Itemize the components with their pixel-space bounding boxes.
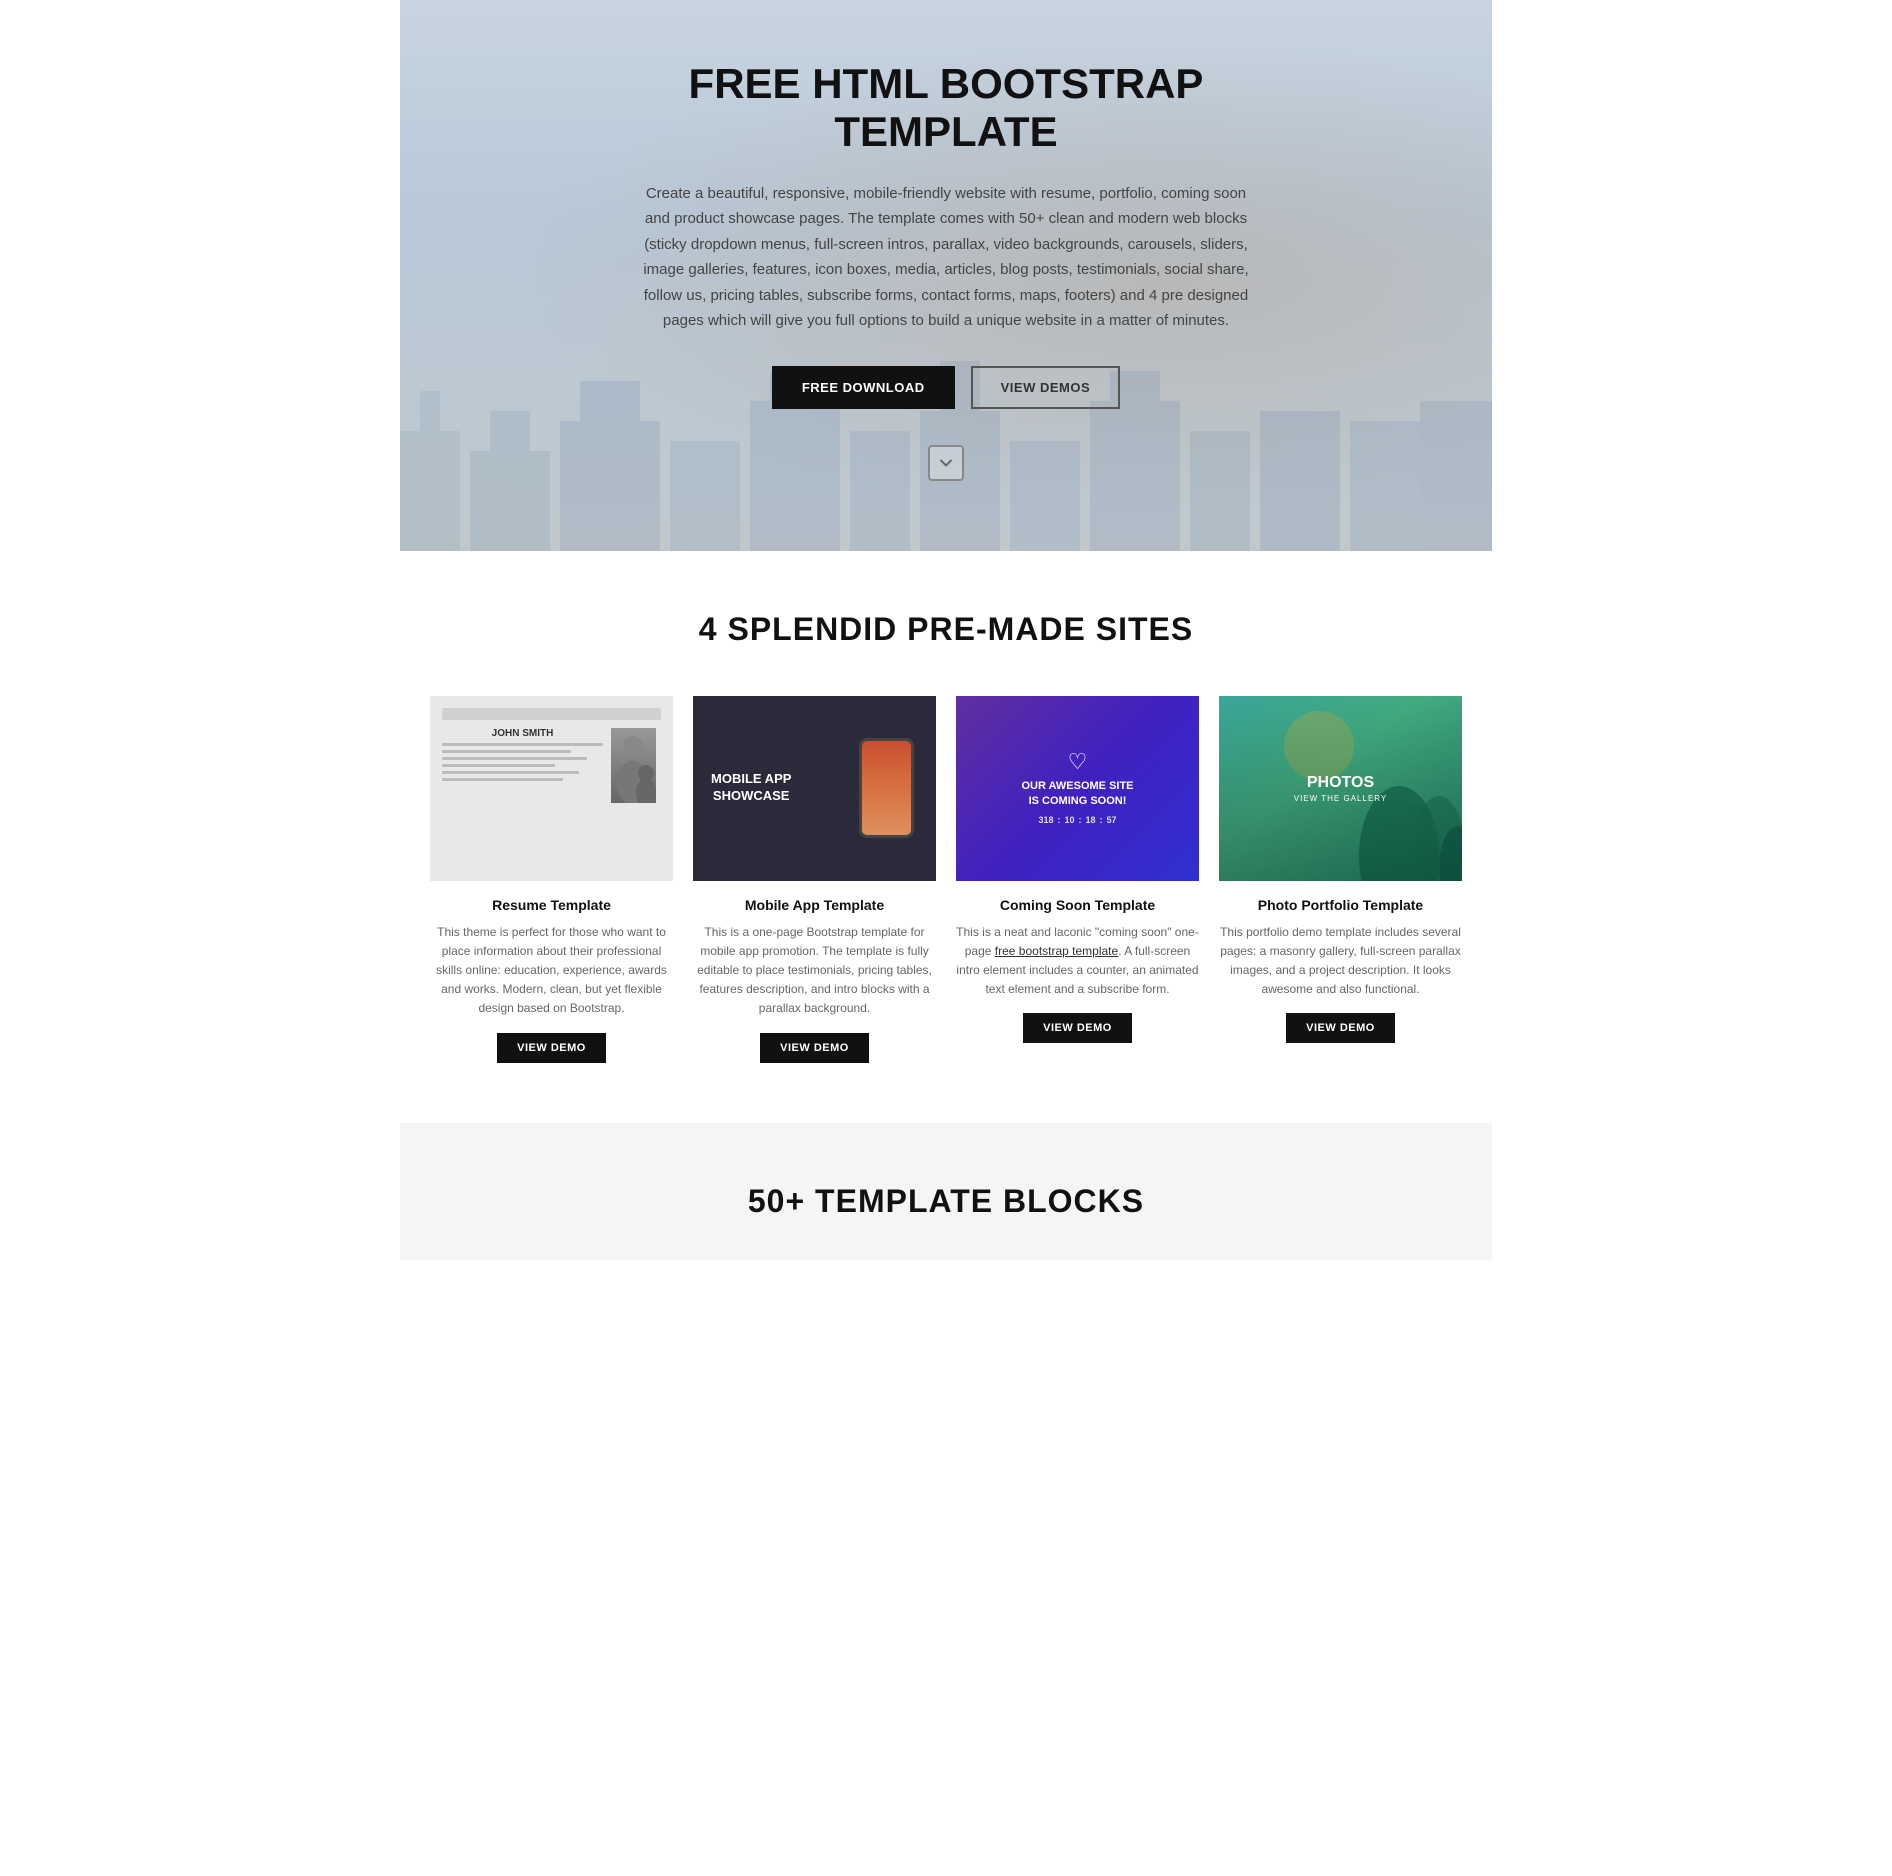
coming-soon-thumb: ♡ OUR AWESOME SITEIS COMING SOON! 318 : … (956, 696, 1199, 881)
resume-nav (442, 708, 661, 720)
sites-grid: JOHN SMITH (430, 696, 1462, 1063)
resume-line-5 (442, 771, 579, 774)
premade-section-title: 4 SPLENDID PRE-MADE SITES (430, 611, 1462, 648)
counter-hours: 10 (1064, 815, 1074, 825)
resume-line-2 (442, 750, 571, 753)
mobile-app-card: MOBILE APPSHOWCASE Mobile App Template T… (693, 696, 936, 1063)
mobile-phone-icon (859, 738, 914, 838)
premade-sites-section: 4 SPLENDID PRE-MADE SITES JOHN SMITH (400, 551, 1492, 1123)
resume-left: JOHN SMITH (442, 728, 603, 869)
resume-description: This theme is perfect for those who want… (430, 923, 673, 1019)
resume-title: Resume Template (430, 897, 673, 913)
view-demos-button[interactable]: VIEW DEMOS (971, 366, 1121, 409)
mobile-thumb-text: MOBILE APPSHOWCASE (711, 771, 791, 805)
resume-view-demo-button[interactable]: VIEW DEMO (497, 1033, 606, 1063)
counter-minutes: 18 (1086, 815, 1096, 825)
coming-soon-description: This is a neat and laconic "coming soon"… (956, 923, 1199, 1000)
resume-name: JOHN SMITH (442, 728, 603, 739)
resume-photo (611, 728, 656, 803)
hero-content: FREE HTML BOOTSTRAP TEMPLATE Create a be… (636, 60, 1256, 481)
counter-seconds: 57 (1107, 815, 1117, 825)
hero-section: FREE HTML BOOTSTRAP TEMPLATE Create a be… (400, 0, 1492, 551)
hero-description: Create a beautiful, responsive, mobile-f… (636, 181, 1256, 334)
hero-buttons: FREE DOWNLOAD VIEW DEMOS (636, 366, 1256, 409)
resume-line-6 (442, 778, 563, 781)
mobile-description: This is a one-page Bootstrap template fo… (693, 923, 936, 1019)
chevron-down-icon (939, 456, 953, 470)
coming-soon-counter: 318 : 10 : 18 : 57 (1038, 815, 1116, 825)
photo-portfolio-description: This portfolio demo template includes se… (1219, 923, 1462, 1000)
resume-line-3 (442, 757, 587, 760)
photo-portfolio-view-demo-button[interactable]: VIEW DEMO (1286, 1013, 1395, 1043)
mobile-view-demo-button[interactable]: VIEW DEMO (760, 1033, 869, 1063)
photo-portfolio-title: Photo Portfolio Template (1219, 897, 1462, 913)
coming-soon-card: ♡ OUR AWESOME SITEIS COMING SOON! 318 : … (956, 696, 1199, 1063)
photo-portfolio-card: PHOTOS VIEW THE GALLERY Photo Portfolio … (1219, 696, 1462, 1063)
download-button[interactable]: FREE DOWNLOAD (772, 366, 955, 409)
scroll-down-button[interactable] (928, 445, 964, 481)
resume-thumb-inner: JOHN SMITH (430, 696, 673, 881)
photo-sub-text: VIEW THE GALLERY (1294, 794, 1388, 803)
coming-soon-view-demo-button[interactable]: VIEW DEMO (1023, 1013, 1132, 1043)
resume-right (611, 728, 661, 869)
photo-portfolio-thumb: PHOTOS VIEW THE GALLERY (1219, 696, 1462, 881)
resume-thumb: JOHN SMITH (430, 696, 673, 881)
resume-person-icon (611, 728, 656, 803)
template-blocks-section: 50+ TEMPLATE BLOCKS (400, 1123, 1492, 1260)
resume-body: JOHN SMITH (442, 728, 661, 869)
photo-text: PHOTOS VIEW THE GALLERY (1294, 774, 1388, 803)
coming-soon-text: OUR AWESOME SITEIS COMING SOON! (1021, 779, 1133, 810)
mobile-screen (862, 741, 911, 835)
resume-line-1 (442, 743, 603, 746)
free-bootstrap-link[interactable]: free bootstrap template (995, 944, 1118, 958)
heart-icon: ♡ (1068, 751, 1088, 773)
resume-line-4 (442, 764, 555, 767)
coming-soon-title: Coming Soon Template (956, 897, 1199, 913)
mobile-title: Mobile App Template (693, 897, 936, 913)
mobile-app-thumb: MOBILE APPSHOWCASE (693, 696, 936, 881)
hero-title: FREE HTML BOOTSTRAP TEMPLATE (636, 60, 1256, 157)
blocks-section-title: 50+ TEMPLATE BLOCKS (430, 1183, 1462, 1220)
counter-days: 318 (1038, 815, 1053, 825)
resume-card: JOHN SMITH (430, 696, 673, 1063)
